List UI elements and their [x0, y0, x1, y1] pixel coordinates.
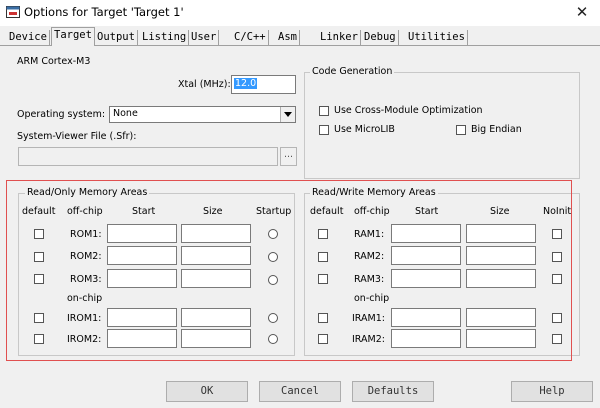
tab-user[interactable]: User: [189, 30, 220, 45]
sfr-label: System-Viewer File (.Sfr):: [17, 131, 137, 142]
chevron-down-icon: [284, 112, 292, 117]
os-label: Operating system:: [17, 109, 106, 120]
cancel-button[interactable]: Cancel: [259, 381, 341, 402]
tab-listing[interactable]: Listing: [140, 30, 190, 45]
cross-module-label: Use Cross-Module Optimization: [334, 105, 483, 116]
cross-module-checkbox[interactable]: [319, 106, 329, 116]
os-value: None: [113, 108, 138, 119]
ok-button[interactable]: OK: [166, 381, 248, 402]
close-icon[interactable]: ✕: [572, 2, 592, 22]
tab-linker[interactable]: Linker: [318, 30, 361, 45]
window-app-icon: [6, 6, 20, 18]
code-generation-title: Code Generation: [310, 66, 395, 77]
xtal-label: Xtal (MHz):: [178, 79, 231, 90]
tab-utilities[interactable]: Utilities: [406, 30, 468, 45]
tab-output[interactable]: Output: [95, 30, 138, 45]
tab-device[interactable]: Device: [7, 30, 50, 45]
microlib-label: Use MicroLIB: [334, 124, 395, 135]
device-name: ARM Cortex-M3: [17, 56, 91, 67]
xtal-input[interactable]: 12.0: [231, 75, 296, 94]
help-button[interactable]: Help: [511, 381, 593, 402]
xtal-value: 12.0: [234, 78, 258, 89]
tab-debug[interactable]: Debug: [362, 30, 399, 45]
big-endian-checkbox[interactable]: [456, 125, 466, 135]
defaults-button[interactable]: Defaults: [352, 381, 434, 402]
os-select[interactable]: None: [109, 106, 296, 123]
tab-c-cpp[interactable]: C/C++: [232, 30, 269, 45]
os-dropdown-button[interactable]: [280, 107, 295, 122]
window-title: Options for Target 'Target 1': [24, 5, 184, 19]
sfr-input[interactable]: [18, 147, 278, 166]
annotation-highlight-box: [6, 180, 572, 361]
sfr-browse-button[interactable]: ...: [280, 147, 297, 166]
microlib-checkbox[interactable]: [319, 125, 329, 135]
big-endian-label: Big Endian: [471, 124, 522, 135]
title-bar: Options for Target 'Target 1' ✕: [0, 0, 600, 26]
tab-target[interactable]: Target: [51, 27, 95, 46]
tab-asm[interactable]: Asm: [276, 30, 300, 45]
